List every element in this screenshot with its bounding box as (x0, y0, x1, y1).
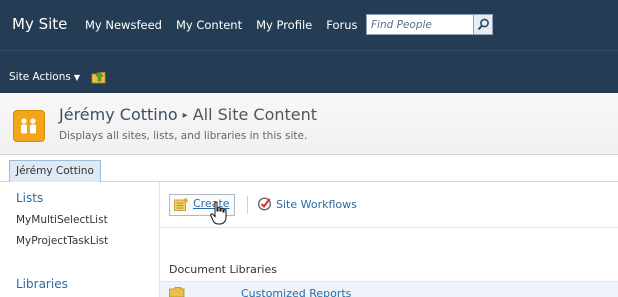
page-description: Displays all sites, lists, and libraries… (59, 130, 308, 142)
table-row (160, 282, 618, 297)
breadcrumb-site-link[interactable]: Jérémy Cottino (59, 105, 178, 124)
magnifier-icon (477, 18, 489, 31)
nav-forus[interactable]: Forus (326, 18, 357, 32)
search-button[interactable] (473, 14, 493, 35)
nav-my-newsfeed[interactable]: My Newsfeed (85, 18, 162, 32)
folder-icon (169, 287, 185, 297)
nav-my-profile[interactable]: My Profile (256, 18, 312, 32)
site-workflows-link[interactable]: Site Workflows (276, 198, 357, 211)
document-libraries-heading: Document Libraries (169, 263, 277, 276)
library-link-customized-reports[interactable]: Customized Reports (241, 287, 351, 297)
site-logo (13, 110, 45, 142)
breadcrumb-separator: ▸ (182, 110, 188, 121)
site-actions-menu[interactable]: Site Actions ▼ (9, 71, 80, 83)
people-icon (21, 118, 36, 134)
site-actions-label: Site Actions (9, 71, 71, 83)
quick-launch-item-mymultiselectlist[interactable]: MyMultiSelectList (16, 214, 108, 226)
chevron-down-icon: ▼ (73, 73, 81, 82)
page-title: Jérémy Cottino ▸ All Site Content (59, 105, 317, 124)
quick-launch-libraries-heading[interactable]: Libraries (16, 277, 68, 291)
people-search-box (366, 14, 474, 35)
quick-launch-item-myprojecttasklist[interactable]: MyProjectTaskList (16, 235, 108, 247)
folder-up-icon[interactable] (91, 70, 107, 84)
top-nav-links: My Newsfeed My Content My Profile Forus (85, 18, 372, 32)
workflow-check-icon[interactable] (257, 196, 272, 211)
people-search-input[interactable] (371, 19, 469, 31)
tab-jeremy-cottino[interactable]: Jérémy Cottino (9, 160, 101, 182)
hand-pointer-icon (210, 201, 227, 225)
quick-launch-lists-heading[interactable]: Lists (16, 191, 43, 205)
nav-my-content[interactable]: My Content (176, 18, 242, 32)
breadcrumb-current-page: All Site Content (192, 105, 318, 124)
create-icon (174, 198, 188, 211)
title-area (0, 93, 618, 155)
toolbar-divider (247, 196, 248, 214)
my-site-link[interactable]: My Site (12, 15, 67, 33)
